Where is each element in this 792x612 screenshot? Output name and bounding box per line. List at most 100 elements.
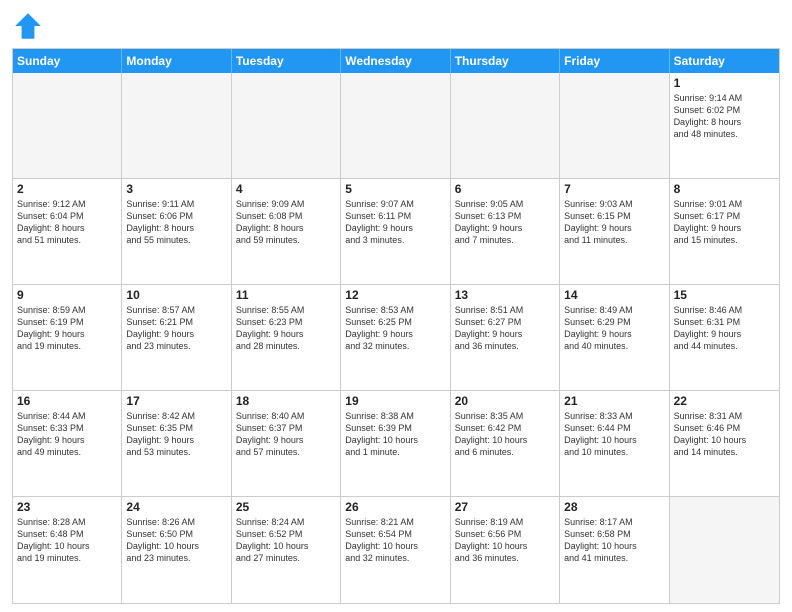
calendar-cell: 12 Sunrise: 8:53 AM Sunset: 6:25 PM Dayli… (341, 285, 450, 390)
day-number: 11 (236, 288, 336, 302)
weekday-header-tuesday: Tuesday (232, 49, 341, 73)
calendar-cell: 25 Sunrise: 8:24 AM Sunset: 6:52 PM Dayli… (232, 497, 341, 603)
day-info: Sunrise: 8:19 AM Sunset: 6:56 PM Dayligh… (455, 516, 555, 565)
day-number: 28 (564, 500, 664, 514)
calendar-cell (670, 497, 779, 603)
day-info: Sunrise: 8:24 AM Sunset: 6:52 PM Dayligh… (236, 516, 336, 565)
calendar-cell: 6 Sunrise: 9:05 AM Sunset: 6:13 PM Daylig… (451, 179, 560, 284)
day-number: 1 (674, 76, 775, 90)
day-info: Sunrise: 8:55 AM Sunset: 6:23 PM Dayligh… (236, 304, 336, 353)
calendar-cell: 18 Sunrise: 8:40 AM Sunset: 6:37 PM Dayli… (232, 391, 341, 496)
day-info: Sunrise: 9:05 AM Sunset: 6:13 PM Dayligh… (455, 198, 555, 247)
weekday-header-saturday: Saturday (670, 49, 779, 73)
calendar-cell (13, 73, 122, 178)
day-info: Sunrise: 8:17 AM Sunset: 6:58 PM Dayligh… (564, 516, 664, 565)
weekday-header-friday: Friday (560, 49, 669, 73)
logo (12, 10, 48, 42)
day-number: 24 (126, 500, 226, 514)
calendar-cell (451, 73, 560, 178)
calendar-cell: 9 Sunrise: 8:59 AM Sunset: 6:19 PM Daylig… (13, 285, 122, 390)
day-info: Sunrise: 8:42 AM Sunset: 6:35 PM Dayligh… (126, 410, 226, 459)
weekday-header-monday: Monday (122, 49, 231, 73)
calendar-cell: 5 Sunrise: 9:07 AM Sunset: 6:11 PM Daylig… (341, 179, 450, 284)
day-info: Sunrise: 8:38 AM Sunset: 6:39 PM Dayligh… (345, 410, 445, 459)
calendar-cell (232, 73, 341, 178)
day-number: 15 (674, 288, 775, 302)
calendar: SundayMondayTuesdayWednesdayThursdayFrid… (12, 48, 780, 604)
day-number: 22 (674, 394, 775, 408)
day-number: 17 (126, 394, 226, 408)
day-number: 12 (345, 288, 445, 302)
day-number: 18 (236, 394, 336, 408)
day-info: Sunrise: 8:31 AM Sunset: 6:46 PM Dayligh… (674, 410, 775, 459)
day-info: Sunrise: 8:21 AM Sunset: 6:54 PM Dayligh… (345, 516, 445, 565)
day-info: Sunrise: 8:28 AM Sunset: 6:48 PM Dayligh… (17, 516, 117, 565)
calendar-cell (341, 73, 450, 178)
day-info: Sunrise: 8:46 AM Sunset: 6:31 PM Dayligh… (674, 304, 775, 353)
day-number: 3 (126, 182, 226, 196)
day-number: 14 (564, 288, 664, 302)
calendar-cell: 8 Sunrise: 9:01 AM Sunset: 6:17 PM Daylig… (670, 179, 779, 284)
day-number: 16 (17, 394, 117, 408)
day-info: Sunrise: 8:59 AM Sunset: 6:19 PM Dayligh… (17, 304, 117, 353)
calendar-cell: 13 Sunrise: 8:51 AM Sunset: 6:27 PM Dayli… (451, 285, 560, 390)
day-info: Sunrise: 9:09 AM Sunset: 6:08 PM Dayligh… (236, 198, 336, 247)
calendar-cell: 26 Sunrise: 8:21 AM Sunset: 6:54 PM Dayli… (341, 497, 450, 603)
calendar-cell: 20Sunrise: 8:35 AM Sunset: 6:42 PM Dayli… (451, 391, 560, 496)
day-number: 5 (345, 182, 445, 196)
day-info: Sunrise: 8:53 AM Sunset: 6:25 PM Dayligh… (345, 304, 445, 353)
day-number: 10 (126, 288, 226, 302)
calendar-cell: 3Sunrise: 9:11 AM Sunset: 6:06 PM Daylig… (122, 179, 231, 284)
calendar-cell: 27 Sunrise: 8:19 AM Sunset: 6:56 PM Dayli… (451, 497, 560, 603)
day-number: 6 (455, 182, 555, 196)
calendar-cell: 16Sunrise: 8:44 AM Sunset: 6:33 PM Dayli… (13, 391, 122, 496)
day-number: 13 (455, 288, 555, 302)
day-info: Sunrise: 8:40 AM Sunset: 6:37 PM Dayligh… (236, 410, 336, 459)
calendar-row-1: 1 Sunrise: 9:14 AM Sunset: 6:02 PM Daylig… (13, 73, 779, 179)
calendar-row-3: 9 Sunrise: 8:59 AM Sunset: 6:19 PM Daylig… (13, 285, 779, 391)
page-header (12, 10, 780, 42)
day-info: Sunrise: 9:01 AM Sunset: 6:17 PM Dayligh… (674, 198, 775, 247)
calendar-cell: 19 Sunrise: 8:38 AM Sunset: 6:39 PM Dayli… (341, 391, 450, 496)
logo-icon (12, 10, 44, 42)
day-info: Sunrise: 9:14 AM Sunset: 6:02 PM Dayligh… (674, 92, 775, 141)
calendar-cell: 22 Sunrise: 8:31 AM Sunset: 6:46 PM Dayli… (670, 391, 779, 496)
calendar-cell: 7 Sunrise: 9:03 AM Sunset: 6:15 PM Daylig… (560, 179, 669, 284)
day-info: Sunrise: 8:26 AM Sunset: 6:50 PM Dayligh… (126, 516, 226, 565)
day-info: Sunrise: 9:07 AM Sunset: 6:11 PM Dayligh… (345, 198, 445, 247)
day-number: 2 (17, 182, 117, 196)
calendar-header: SundayMondayTuesdayWednesdayThursdayFrid… (13, 49, 779, 73)
day-number: 26 (345, 500, 445, 514)
day-number: 27 (455, 500, 555, 514)
day-number: 25 (236, 500, 336, 514)
day-number: 23 (17, 500, 117, 514)
calendar-cell: 28 Sunrise: 8:17 AM Sunset: 6:58 PM Dayli… (560, 497, 669, 603)
day-number: 7 (564, 182, 664, 196)
calendar-row-5: 23 Sunrise: 8:28 AM Sunset: 6:48 PM Dayli… (13, 497, 779, 603)
day-number: 19 (345, 394, 445, 408)
day-number: 9 (17, 288, 117, 302)
calendar-cell (122, 73, 231, 178)
calendar-row-2: 2 Sunrise: 9:12 AM Sunset: 6:04 PM Daylig… (13, 179, 779, 285)
day-number: 21 (564, 394, 664, 408)
calendar-row-4: 16Sunrise: 8:44 AM Sunset: 6:33 PM Dayli… (13, 391, 779, 497)
calendar-cell: 15 Sunrise: 8:46 AM Sunset: 6:31 PM Dayli… (670, 285, 779, 390)
calendar-cell: 1 Sunrise: 9:14 AM Sunset: 6:02 PM Daylig… (670, 73, 779, 178)
weekday-header-sunday: Sunday (13, 49, 122, 73)
calendar-cell: 17 Sunrise: 8:42 AM Sunset: 6:35 PM Dayli… (122, 391, 231, 496)
day-info: Sunrise: 8:57 AM Sunset: 6:21 PM Dayligh… (126, 304, 226, 353)
calendar-cell: 11 Sunrise: 8:55 AM Sunset: 6:23 PM Dayli… (232, 285, 341, 390)
weekday-header-thursday: Thursday (451, 49, 560, 73)
day-info: Sunrise: 8:51 AM Sunset: 6:27 PM Dayligh… (455, 304, 555, 353)
weekday-header-wednesday: Wednesday (341, 49, 450, 73)
day-number: 4 (236, 182, 336, 196)
calendar-cell: 14 Sunrise: 8:49 AM Sunset: 6:29 PM Dayli… (560, 285, 669, 390)
day-number: 8 (674, 182, 775, 196)
calendar-body: 1 Sunrise: 9:14 AM Sunset: 6:02 PM Daylig… (13, 73, 779, 603)
day-info: Sunrise: 8:49 AM Sunset: 6:29 PM Dayligh… (564, 304, 664, 353)
day-info: Sunrise: 9:12 AM Sunset: 6:04 PM Dayligh… (17, 198, 117, 247)
calendar-cell: 2 Sunrise: 9:12 AM Sunset: 6:04 PM Daylig… (13, 179, 122, 284)
day-info: Sunrise: 9:03 AM Sunset: 6:15 PM Dayligh… (564, 198, 664, 247)
calendar-cell: 24 Sunrise: 8:26 AM Sunset: 6:50 PM Dayli… (122, 497, 231, 603)
day-number: 20 (455, 394, 555, 408)
